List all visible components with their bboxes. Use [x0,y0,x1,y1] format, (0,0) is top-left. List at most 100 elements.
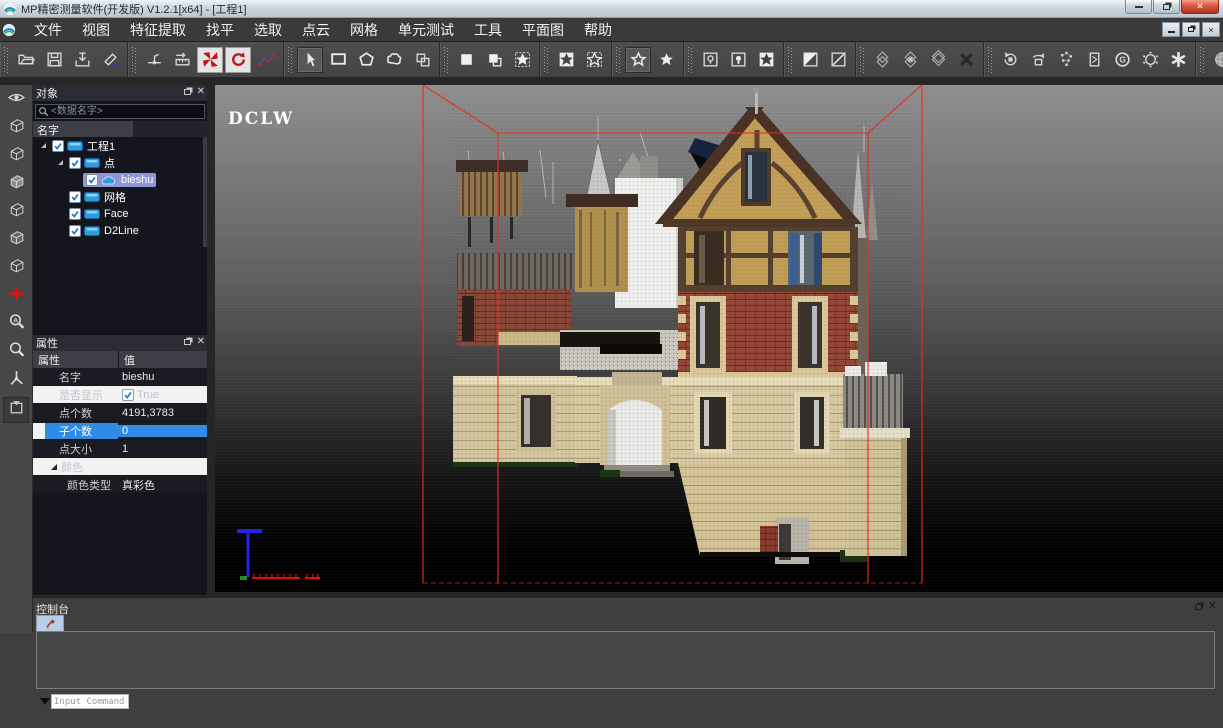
toolbar-drag-handle[interactable] [4,47,9,73]
pinwheel-red-button[interactable] [197,47,223,73]
property-row-2[interactable]: 是否显示True [33,386,207,404]
axis-tripod-button[interactable] [3,367,29,393]
cube-1-button[interactable] [3,115,29,141]
console-output[interactable] [36,631,1215,689]
star-add-button[interactable] [553,47,579,73]
cube-5-button[interactable] [3,227,29,253]
tree-item-网格[interactable]: 网格 [33,188,207,205]
boolean-select-button[interactable] [409,47,435,73]
visible-checkbox[interactable] [122,389,134,401]
menu-item-6[interactable]: 点云 [292,18,340,42]
tree-item-工程1[interactable]: 工程1 [33,137,207,154]
visibility-checkbox[interactable] [52,140,64,152]
red-plus-button[interactable] [3,283,29,309]
menu-item-10[interactable]: 平面图 [512,18,574,42]
menu-item-11[interactable]: 帮助 [574,18,622,42]
properties-panel-close-icon[interactable]: ✕ [197,337,205,347]
gear-circle-button[interactable] [1137,47,1163,73]
toolbar-drag-handle[interactable] [132,47,137,73]
mdi-close-button[interactable]: × [1202,22,1220,37]
star-dashed-button[interactable] [509,47,535,73]
console-tab[interactable] [36,615,64,631]
menu-item-7[interactable]: 网格 [340,18,388,42]
asterisk-button[interactable] [1165,47,1191,73]
fill-square-button[interactable] [453,47,479,73]
console-float-icon[interactable] [1195,604,1202,610]
menu-item-4[interactable]: 找平 [196,18,244,42]
menu-item-5[interactable]: 选取 [244,18,292,42]
toolbar-drag-handle[interactable] [444,47,449,73]
menu-item-3[interactable]: 特征提取 [120,18,196,42]
star-invert-button[interactable] [753,47,779,73]
visibility-checkbox[interactable] [69,191,81,203]
property-row-1[interactable]: 名字bieshu [33,368,207,386]
visibility-checkbox[interactable] [69,157,81,169]
toolbar-drag-handle[interactable] [288,47,293,73]
cluster-points-button[interactable] [1053,47,1079,73]
toolbar-drag-handle[interactable] [860,47,865,73]
restore-button[interactable] [1153,0,1180,14]
subtract-squares-button[interactable] [481,47,507,73]
toolbar-drag-handle[interactable] [1200,47,1205,73]
lasso-select-button[interactable] [381,47,407,73]
diamond-delete-button[interactable] [897,47,923,73]
console-close-icon[interactable]: ✕ [1208,602,1217,611]
properties-panel-float-icon[interactable] [184,339,191,345]
tree-item-bieshu[interactable]: bieshu [33,171,207,188]
visibility-checkbox[interactable] [86,174,98,186]
rotate-ccw-button[interactable] [997,47,1023,73]
rect-select-button[interactable] [325,47,351,73]
star-filled-button[interactable] [653,47,679,73]
star-outline-button[interactable] [625,47,651,73]
level-tool-button[interactable] [141,47,167,73]
measure-ruler-button[interactable] [169,47,195,73]
property-row-7[interactable]: 颜色类型真彩色 [33,476,207,494]
menu-item-1[interactable]: 文件 [24,18,72,42]
tree-item-Face[interactable]: Face [33,205,207,222]
object-panel-float-icon[interactable] [184,89,191,95]
tree-item-D2Line[interactable]: D2Line [33,222,207,239]
toolbar-drag-handle[interactable] [544,47,549,73]
property-row-6[interactable]: 颜色 [33,458,207,476]
section-collapse-icon[interactable] [51,464,57,470]
command-input[interactable] [51,694,129,709]
fit-view-button[interactable] [3,397,29,423]
star-subtract-button[interactable] [581,47,607,73]
cross-dark-button[interactable] [953,47,979,73]
polygon-select-button[interactable] [353,47,379,73]
fit-line-button[interactable] [253,47,279,73]
select-arrow-button[interactable] [297,47,323,73]
expander-icon[interactable] [41,143,46,148]
menu-item-8[interactable]: 单元测试 [388,18,464,42]
diamond-pages-button[interactable] [869,47,895,73]
save-button[interactable] [41,47,67,73]
property-row-4[interactable]: 子个数0 [33,422,207,440]
visibility-checkbox[interactable] [69,225,81,237]
toolbar-drag-handle[interactable] [616,47,621,73]
import-button[interactable] [69,47,95,73]
tree-column-header[interactable]: 名字 [33,121,207,137]
menu-item-9[interactable]: 工具 [464,18,512,42]
mdi-minimize-button[interactable] [1162,22,1180,37]
zoom-a-button[interactable]: A [3,311,29,337]
toolbar-drag-handle[interactable] [788,47,793,73]
search-input[interactable] [49,105,202,118]
object-panel-close-icon[interactable]: ✕ [197,87,205,97]
eye-button[interactable] [3,87,29,113]
toolbar-drag-handle[interactable] [688,47,693,73]
open-file-button[interactable] [13,47,39,73]
cube-2-button[interactable] [3,143,29,169]
cube-4-button[interactable] [3,199,29,225]
diamond-stack-button[interactable] [925,47,951,73]
cube-6-button[interactable] [3,255,29,281]
bulb-off-button[interactable] [697,47,723,73]
minimize-button[interactable] [1125,0,1152,14]
mini-panel-button[interactable] [1081,47,1107,73]
sphere-button[interactable] [1209,47,1223,73]
refresh-red-button[interactable] [225,47,251,73]
g-circle-button[interactable]: G [1109,47,1135,73]
rotate-box-button[interactable] [1025,47,1051,73]
menu-item-2[interactable]: 视图 [72,18,120,42]
property-row-5[interactable]: 点大小1 [33,440,207,458]
visibility-checkbox[interactable] [69,208,81,220]
